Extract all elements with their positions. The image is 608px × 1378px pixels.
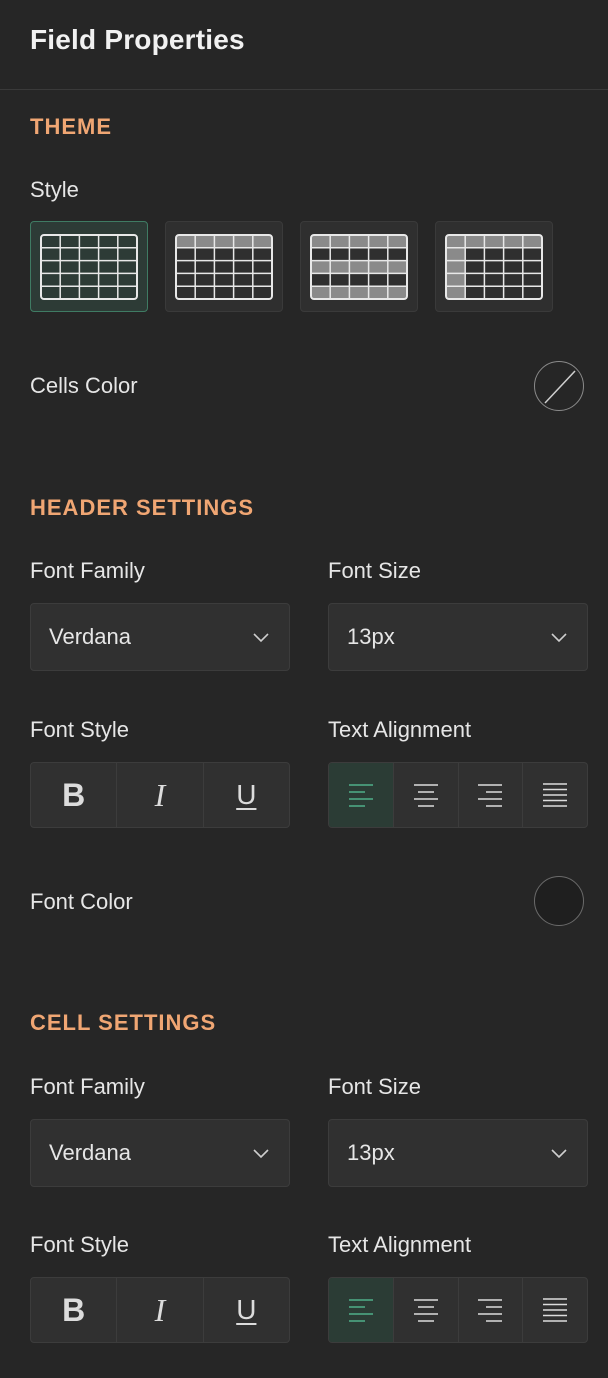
header-font-family-label: Font Family [30,558,145,583]
cell-font-family-label: Font Family [30,1074,145,1099]
header-shaded-grid-icon [175,233,273,300]
header-text-alignment-group [328,762,588,828]
cell-font-size-value: 13px [347,1140,395,1165]
theme-section-title: THEME [30,114,112,139]
align-center-icon [413,784,438,807]
header-font-color-swatch[interactable] [534,876,584,926]
cell-font-style-group: B I U [30,1277,290,1343]
cell-font-style-label: Font Style [30,1232,130,1257]
cell-align-center-button[interactable] [394,1278,459,1342]
striped-rows-grid-icon [310,233,408,300]
style-label: Style [30,177,79,202]
header-bold-button[interactable]: B [31,763,118,827]
header-font-style-label: Font Style [30,717,130,742]
cell-text-alignment-label: Text Alignment [328,1232,472,1257]
header-underline-button[interactable]: U [204,763,289,827]
align-right-icon [478,784,503,807]
cell-settings-section-title: CELL SETTINGS [30,1010,217,1035]
italic-icon: I [154,1292,166,1328]
no-color-icon [544,370,576,404]
chevron-down-icon [551,1149,567,1159]
cell-align-left-button[interactable] [329,1278,394,1342]
cell-align-justify-button[interactable] [523,1278,587,1342]
chevron-down-icon [551,633,567,643]
header-font-size-value: 13px [347,624,395,649]
header-font-family-value: Verdana [49,624,131,649]
header-align-center-button[interactable] [394,763,459,827]
underline-icon: U [236,1294,257,1325]
align-left-icon [348,1299,373,1322]
panel-title: Field Properties [30,24,245,55]
header-italic-button[interactable]: I [117,763,204,827]
style-option-striped-rows[interactable] [300,221,418,312]
bold-icon: B [62,1292,86,1328]
header-align-right-button[interactable] [459,763,524,827]
cell-bold-button[interactable]: B [31,1278,118,1342]
cell-font-family-select[interactable]: Verdana [30,1119,290,1187]
header-font-style-group: B I U [30,762,290,828]
style-option-header-shaded[interactable] [165,221,283,312]
bold-icon: B [62,777,86,813]
cell-italic-button[interactable]: I [117,1278,204,1342]
cell-font-family-value: Verdana [49,1140,131,1165]
header-font-size-select[interactable]: 13px [328,603,588,671]
cell-font-size-select[interactable]: 13px [328,1119,588,1187]
cell-font-size-label: Font Size [328,1074,421,1099]
cell-underline-button[interactable]: U [204,1278,289,1342]
chevron-down-icon [253,633,269,643]
cell-align-right-button[interactable] [459,1278,524,1342]
align-justify-icon [543,783,568,807]
align-left-icon [348,784,373,807]
header-font-size-label: Font Size [328,558,421,583]
style-option-plain-grid[interactable] [30,221,148,312]
cells-color-label: Cells Color [30,373,138,398]
field-properties-panel: Field Properties THEME Style Cells Color… [0,0,608,1378]
header-column-shaded-grid-icon [445,233,543,300]
header-settings-section-title: HEADER SETTINGS [30,495,255,520]
plain-grid-icon [40,233,138,300]
header-align-left-button[interactable] [329,763,394,827]
style-option-header-and-column-shaded[interactable] [435,221,553,312]
align-center-icon [413,1299,438,1322]
align-justify-icon [543,1298,568,1322]
header-text-alignment-label: Text Alignment [328,717,472,742]
panel-header: Field Properties [0,0,608,90]
cell-text-alignment-group [328,1277,588,1343]
style-options [30,221,553,312]
header-font-color-label: Font Color [30,889,133,914]
align-right-icon [478,1299,503,1322]
underline-icon: U [236,779,257,810]
chevron-down-icon [253,1149,269,1159]
header-align-justify-button[interactable] [523,763,587,827]
italic-icon: I [154,777,166,813]
header-font-family-select[interactable]: Verdana [30,603,290,671]
cells-color-swatch[interactable] [534,361,584,411]
